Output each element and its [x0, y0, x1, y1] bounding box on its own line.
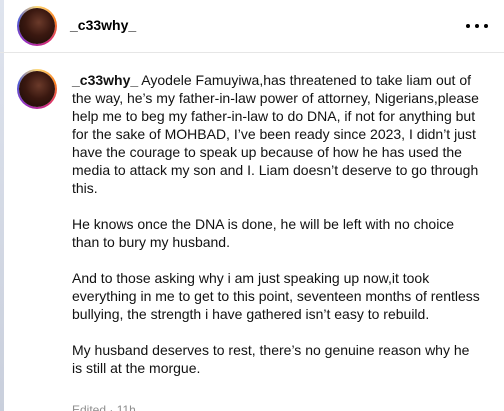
more-options-icon[interactable] [466, 16, 488, 36]
caption-paragraph: And to those asking why i am just speaki… [72, 270, 480, 322]
post-view: _c33why_ _c33why_ Ayodele Famuyiwa,has t… [0, 0, 504, 411]
header-username[interactable]: _c33why_ [70, 17, 136, 33]
caption-paragraph: My husband deserves to rest, there’s no … [72, 342, 470, 376]
avatar-photo [19, 8, 55, 44]
post-meta: Edited · 11h [72, 403, 136, 411]
avatar[interactable] [17, 6, 57, 46]
caption-text: Ayodele Famuyiwa,has threatened to take … [72, 72, 479, 196]
caption: _c33why_ Ayodele Famuyiwa,has threatened… [72, 71, 480, 395]
left-edge [0, 0, 4, 411]
caption-paragraph: _c33why_ Ayodele Famuyiwa,has threatened… [72, 71, 480, 197]
caption-paragraph: He knows once the DNA is done, he will b… [72, 216, 455, 250]
dot [475, 24, 479, 28]
post-header: _c33why_ [0, 0, 504, 53]
dot [466, 24, 470, 28]
caption-avatar[interactable] [17, 69, 57, 109]
caption-username[interactable]: _c33why_ [72, 72, 138, 88]
dot [484, 24, 488, 28]
avatar-photo [19, 71, 55, 107]
